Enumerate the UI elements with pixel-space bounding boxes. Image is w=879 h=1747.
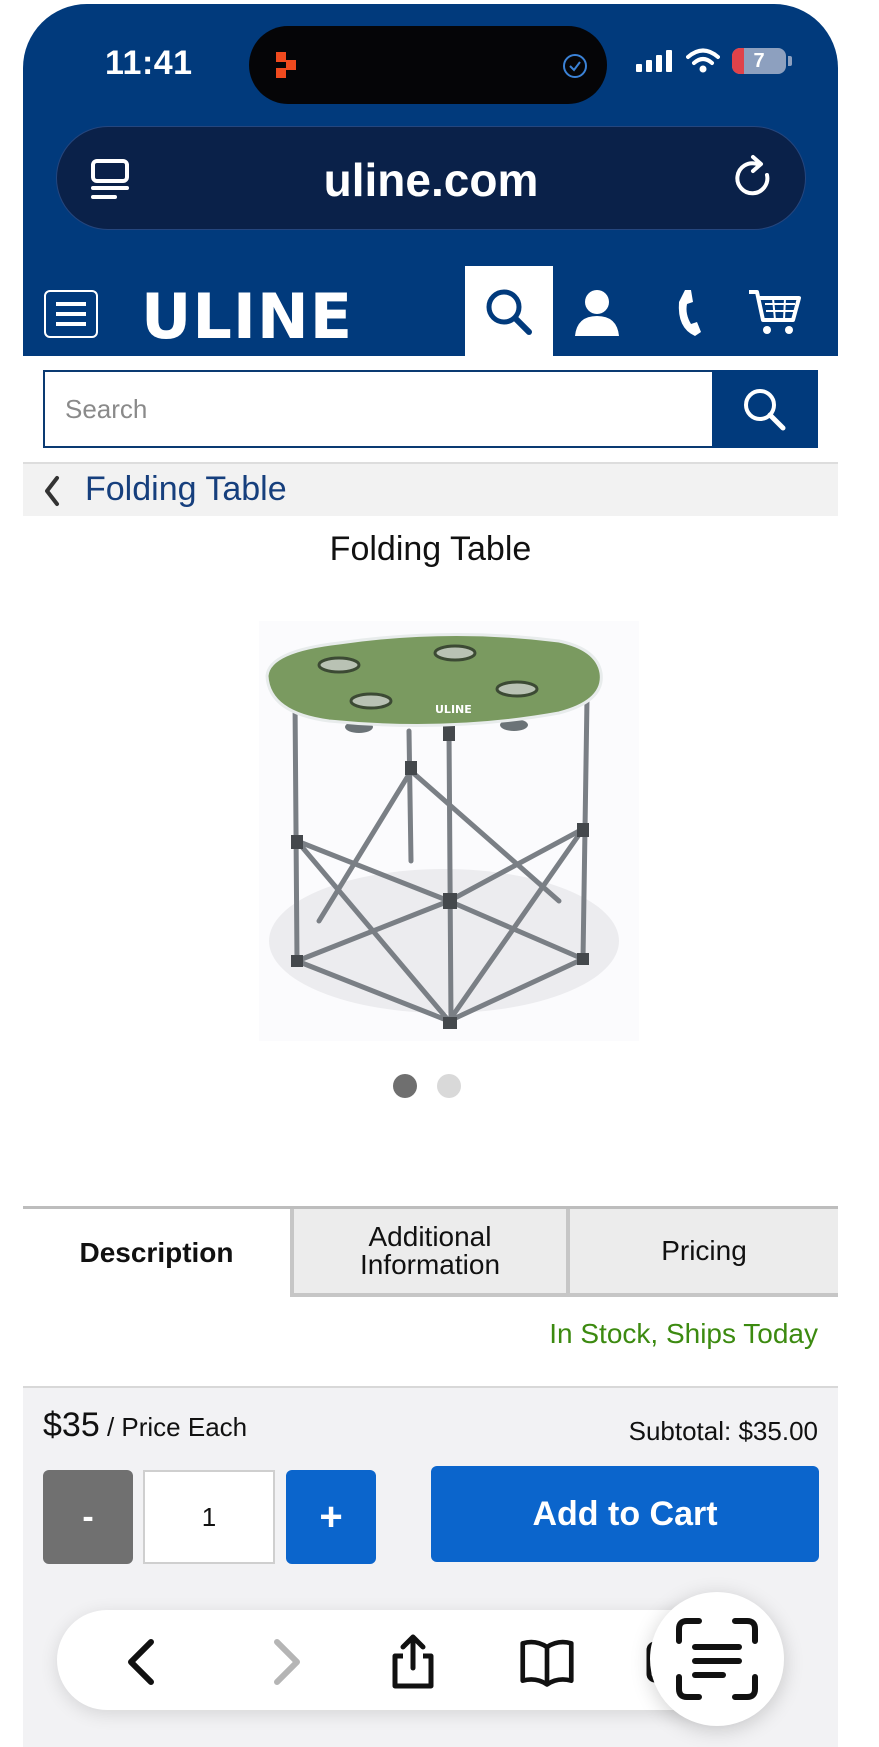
back-icon[interactable]	[115, 1634, 171, 1690]
tab-description[interactable]: Description	[23, 1209, 290, 1297]
battery-level: 7	[753, 50, 765, 72]
menu-icon[interactable]	[44, 290, 98, 338]
subtotal: Subtotal: $35.00	[628, 1416, 818, 1446]
product-image-logo: ULINE	[435, 703, 472, 716]
share-icon[interactable]	[385, 1634, 441, 1690]
product-tabs: Description Additional Information Prici…	[23, 1206, 838, 1297]
search-input[interactable]	[65, 388, 625, 430]
search-toggle[interactable]	[465, 266, 553, 356]
phone-icon[interactable]	[663, 284, 719, 340]
site-header: ULINE	[23, 266, 838, 356]
chevron-left-icon	[45, 476, 59, 506]
address-bar[interactable]: uline.com	[56, 126, 806, 230]
scan-text-button[interactable]	[650, 1592, 784, 1726]
tab-additional-label-line1: Additional	[368, 1221, 492, 1252]
signal-icon	[636, 50, 672, 72]
breadcrumb[interactable]: Folding Table	[23, 462, 838, 516]
account-icon[interactable]	[569, 284, 625, 340]
price-unit: / Price Each	[99, 1412, 248, 1442]
stock-status: In Stock, Ships Today	[549, 1318, 818, 1349]
pager-dot-2[interactable]	[437, 1074, 461, 1098]
forward-icon[interactable]	[257, 1634, 313, 1690]
check-circle-icon	[563, 54, 587, 78]
dynamic-island	[249, 26, 607, 104]
search-icon[interactable]	[481, 284, 537, 340]
quantity-input[interactable]: 1	[143, 1470, 275, 1564]
tab-pricing-label: Pricing	[661, 1235, 747, 1266]
tab-additional-information[interactable]: Additional Information	[290, 1209, 566, 1297]
browser-chrome: 11:41 7 uline.com ULINE	[23, 4, 838, 356]
pager-dot-1[interactable]	[393, 1074, 417, 1098]
tab-description-label: Description	[79, 1237, 234, 1268]
product-title: Folding Table	[329, 530, 532, 568]
bookmarks-icon[interactable]	[519, 1634, 575, 1690]
quantity-decrease-button[interactable]: -	[43, 1470, 133, 1564]
search-icon	[744, 389, 786, 431]
product-image[interactable]: ULINE	[259, 621, 639, 1041]
scan-text-icon	[676, 1618, 758, 1700]
tab-additional-label-line2: Information	[359, 1249, 501, 1280]
status-time: 11:41	[105, 44, 193, 82]
wifi-icon	[686, 48, 720, 73]
breadcrumb-label[interactable]: Folding Table	[85, 470, 287, 509]
app-activity-icon	[276, 52, 296, 78]
battery-icon: 7	[732, 48, 792, 74]
phone-frame: 11:41 7 uline.com ULINE Search Folding T…	[23, 4, 838, 1747]
price-value: $35	[43, 1406, 100, 1444]
status-icons: 7	[636, 48, 792, 74]
cart-icon[interactable]	[747, 284, 803, 340]
uline-logo[interactable]: ULINE	[141, 280, 353, 353]
image-pager	[393, 1074, 461, 1098]
url-domain[interactable]: uline.com	[57, 153, 805, 207]
search-bar	[43, 370, 818, 448]
tab-pricing[interactable]: Pricing	[566, 1209, 838, 1297]
page-content: Folding Table Folding Table	[23, 356, 838, 1747]
reload-icon[interactable]	[727, 153, 779, 205]
price: $35 / Price Each	[43, 1406, 247, 1445]
quantity-increase-button[interactable]: +	[286, 1470, 376, 1564]
add-to-cart-button[interactable]: Add to Cart	[431, 1466, 819, 1562]
search-button[interactable]	[712, 370, 818, 448]
